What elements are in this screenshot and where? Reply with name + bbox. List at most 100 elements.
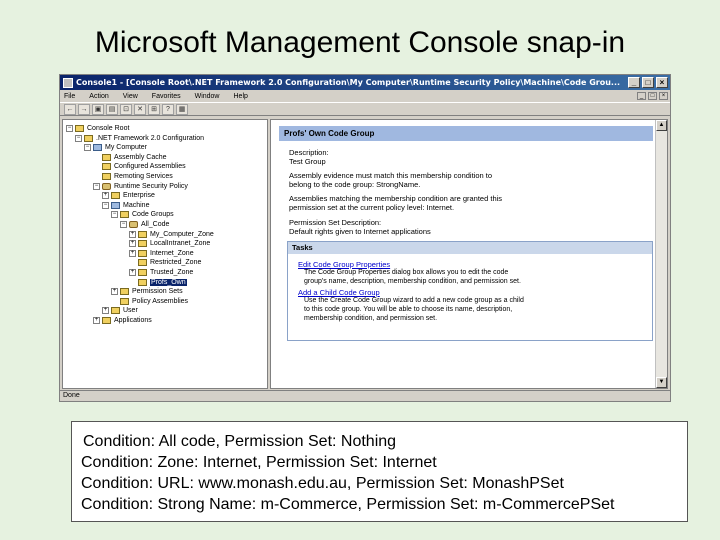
description-label: Description: (289, 148, 329, 157)
window-title: Console1 - [Console Root\.NET Framework … (76, 78, 621, 87)
tree-node[interactable]: − Code Groups (111, 210, 174, 219)
vertical-scrollbar[interactable]: ▲ ▼ (655, 120, 667, 388)
key-icon (102, 182, 111, 190)
tree-node-label: Configured Assemblies (114, 163, 186, 171)
collapse-icon[interactable]: − (84, 144, 91, 152)
menu-bar: File Action View Favorites Window Help _… (60, 90, 670, 102)
folder-icon (102, 317, 111, 324)
tree-node-label: Profs_Own (150, 278, 187, 286)
tree-node[interactable]: + My_Computer_Zone (129, 230, 214, 239)
add-child-code-group-link[interactable]: Add a Child Code Group (298, 288, 380, 297)
tree-node[interactable]: Restricted_Zone (129, 258, 201, 267)
tree-node[interactable]: Configured Assemblies (93, 162, 186, 171)
expand-icon[interactable]: + (102, 192, 109, 200)
help-button[interactable]: ? (162, 103, 174, 115)
properties-button[interactable]: ⊡ (120, 103, 132, 115)
tree-node[interactable]: − My Computer (84, 143, 147, 152)
tree-node[interactable]: + Trusted_Zone (129, 268, 193, 277)
permission-set-description-label: Permission Set Description: (289, 218, 382, 227)
collapse-icon[interactable]: − (102, 201, 109, 209)
mdi-restore-icon[interactable]: □ (648, 92, 657, 100)
collapse-icon[interactable]: − (75, 134, 82, 142)
close-button[interactable]: × (656, 77, 668, 88)
conditions-box: Condition: All code, Permission Set: Not… (71, 421, 688, 522)
tree-node-label: User (123, 307, 138, 315)
expand-icon[interactable]: + (129, 249, 136, 257)
tree-node[interactable]: − All_Code (120, 220, 169, 229)
pc-icon (111, 201, 120, 209)
menu-favorites[interactable]: Favorites (152, 93, 181, 100)
expand-icon[interactable]: + (129, 230, 136, 238)
maximize-button[interactable]: □ (642, 77, 654, 88)
scroll-up-icon[interactable]: ▲ (656, 120, 667, 131)
mmc-window: Console1 - [Console Root\.NET Framework … (59, 74, 671, 402)
tree-node[interactable]: − Machine (102, 201, 149, 210)
folder-icon (138, 249, 147, 257)
menu-view[interactable]: View (123, 93, 138, 100)
collapse-icon[interactable]: − (66, 125, 73, 132)
expand-icon[interactable]: + (111, 288, 118, 296)
tree-node[interactable]: Policy Assemblies (111, 297, 188, 306)
folder-icon (138, 240, 147, 248)
tree-node[interactable]: Remoting Services (93, 172, 173, 181)
menu-file[interactable]: File (64, 93, 75, 100)
expand-icon[interactable]: + (129, 240, 136, 248)
tree-node-label: Machine (123, 201, 150, 209)
collapse-icon[interactable]: − (111, 211, 118, 219)
add-task-description-3: membership condition, and permission set… (304, 315, 438, 322)
tree-node[interactable]: + Applications (93, 316, 152, 325)
edit-task-description-2: group's name, description, membership co… (304, 278, 521, 285)
condition-line: Condition: Strong Name: m-Commerce, Perm… (81, 496, 615, 513)
title-bar[interactable]: Console1 - [Console Root\.NET Framework … (60, 75, 670, 90)
menu-window[interactable]: Window (195, 93, 220, 100)
tree-node-label: .NET Framework 2.0 Configuration (96, 134, 205, 142)
folder-icon (138, 230, 147, 238)
delete-button[interactable]: ✕ (134, 103, 146, 115)
tree-node[interactable]: − Runtime Security Policy (93, 182, 188, 191)
expand-icon[interactable]: + (93, 317, 100, 324)
scroll-down-icon[interactable]: ▼ (656, 377, 667, 388)
tree-node-label: Console Root (87, 125, 130, 132)
permission-set-description-value: Default rights given to Internet applica… (289, 227, 431, 236)
details-pane: Profs' Own Code Group Description: Test … (270, 119, 668, 389)
tree-node[interactable]: − Console Root (66, 124, 129, 133)
mdi-minimize-icon[interactable]: _ (637, 92, 646, 100)
tree-node-label: Trusted_Zone (150, 269, 194, 276)
new-window-button[interactable]: ▦ (176, 103, 188, 115)
edit-task-description: The Code Group Properties dialog box all… (304, 269, 509, 276)
tree-node[interactable]: Assembly Cache (93, 153, 167, 162)
tasks-header: Tasks (288, 242, 652, 254)
mdi-close-icon[interactable]: × (659, 92, 668, 100)
collapse-icon[interactable]: − (93, 182, 100, 190)
edit-code-group-properties-link[interactable]: Edit Code Group Properties (298, 260, 390, 269)
show-hide-tree-button[interactable]: ▤ (106, 103, 118, 115)
expand-icon[interactable]: + (129, 269, 136, 276)
collapse-icon[interactable]: − (120, 221, 127, 228)
export-list-button[interactable]: ⊞ (148, 103, 160, 115)
tree-node[interactable]: + Permission Sets (111, 287, 183, 296)
tree-node[interactable]: Profs_Own (129, 278, 187, 287)
up-one-level-button[interactable]: ▣ (92, 103, 104, 115)
toolbar: ← → ▣ ▤ ⊡ ✕ ⊞ ? ▦ (60, 102, 670, 116)
tree-node[interactable]: − .NET Framework 2.0 Configuration (75, 134, 204, 143)
folder-icon (111, 192, 120, 200)
forward-button[interactable]: → (78, 103, 90, 115)
pc-icon (93, 144, 102, 152)
tree-node-label: Remoting Services (114, 173, 173, 180)
menu-help[interactable]: Help (234, 93, 248, 100)
back-button[interactable]: ← (64, 103, 76, 115)
tree-node-label: Runtime Security Policy (114, 182, 188, 190)
tree-node[interactable]: + Enterprise (102, 191, 155, 200)
console-tree[interactable]: − Console Root − .NET Framework 2.0 Configu… (62, 119, 268, 389)
tree-node-label: Policy Assemblies (132, 297, 189, 305)
tree-node-label: Assembly Cache (114, 153, 167, 161)
tree-node[interactable]: + Internet_Zone (129, 249, 194, 258)
tree-node[interactable]: + User (102, 306, 138, 315)
minimize-button[interactable]: _ (628, 77, 640, 88)
expand-icon[interactable]: + (102, 307, 109, 315)
tasks-panel: Tasks Edit Code Group Properties The Cod… (287, 241, 653, 341)
status-bar: Done (60, 390, 670, 401)
folder-icon (84, 134, 93, 142)
tree-node[interactable]: + LocalIntranet_Zone (129, 239, 210, 248)
menu-action[interactable]: Action (89, 93, 108, 100)
